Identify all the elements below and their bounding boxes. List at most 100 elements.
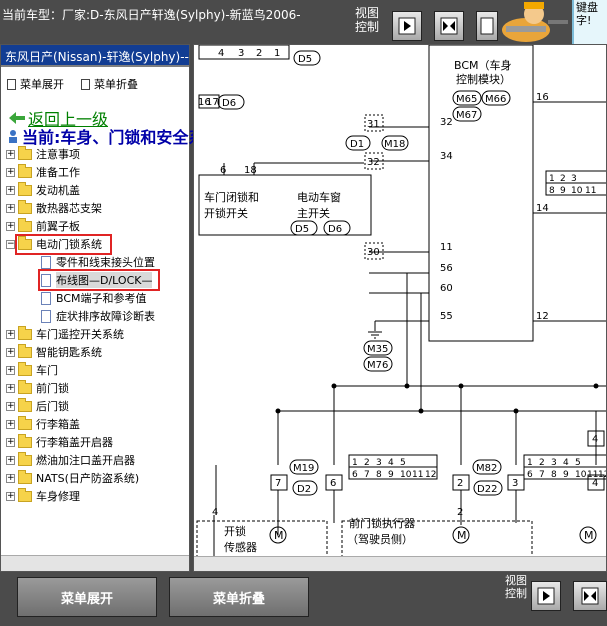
mascot-logo [498, 0, 572, 44]
connector-pin: 30 [367, 247, 380, 258]
folder-icon [18, 361, 32, 376]
connector-pin: 2 [457, 478, 463, 489]
tree-item-folder[interactable]: + 行李箱盖 [6, 415, 80, 433]
window-switch-label: 电动车窗 [297, 190, 341, 204]
person-icon [9, 130, 17, 143]
svg-text:2: 2 [539, 458, 545, 468]
connector-m65-label: M65 [456, 94, 477, 105]
svg-text:8: 8 [376, 470, 382, 480]
connector-grid: 4 3 2 1 [198, 45, 290, 60]
expand-icon: + [6, 454, 15, 465]
folder-icon [18, 181, 32, 196]
svg-text:6: 6 [527, 470, 533, 480]
tree-item-folder[interactable]: + 车门遥控开关系统 [6, 325, 124, 343]
expand-icon: + [6, 382, 15, 393]
expand-menu-button[interactable]: 菜单展开 [17, 577, 157, 617]
document-icon [41, 309, 51, 323]
expand-menu-link[interactable]: 菜单展开 [7, 76, 64, 92]
arrow-right-icon [537, 587, 555, 605]
tree-item-doc[interactable]: 症状排序故障诊断表 [41, 307, 155, 325]
actuator-label: （驾驶员侧） [347, 532, 413, 546]
bcm-pin: 55 [440, 311, 453, 322]
svg-text:10: 10 [400, 470, 412, 480]
arrow-right-icon [398, 17, 416, 35]
document-icon [41, 291, 51, 305]
tree-item-folder[interactable]: + 燃油加注口盖开启器 [6, 451, 135, 469]
back-arrow-icon [9, 112, 25, 124]
diagram-scrollbar[interactable] [194, 556, 606, 571]
collapse-menu-link[interactable]: 菜单折叠 [81, 76, 138, 92]
view-button-3[interactable] [476, 11, 498, 41]
bcm-pin: 12 [536, 311, 549, 322]
svg-text:2: 2 [364, 458, 370, 468]
bcm-pin: 16 [536, 92, 549, 103]
folder-icon [18, 343, 32, 358]
tree-item-folder[interactable]: + 前翼子板 [6, 217, 80, 235]
folder-icon [18, 217, 32, 232]
connector-m35-label: M35 [367, 344, 388, 355]
expand-icon: + [6, 148, 15, 159]
folder-icon [18, 325, 32, 340]
tree-item-folder[interactable]: + 散热器芯支架 [6, 199, 102, 217]
tree-item-folder[interactable]: + 准备工作 [6, 163, 80, 181]
unlock-sensor-label: 开锁 [224, 524, 246, 538]
unlock-sensor-label: 传感器 [224, 541, 257, 554]
tree-item-folder[interactable]: + 车门 [6, 361, 58, 379]
tree-item-folder[interactable]: + NATS(日产防盗系统) [6, 469, 139, 487]
svg-text:7: 7 [364, 470, 370, 480]
folder-icon [18, 433, 32, 448]
fit-view-button[interactable] [573, 581, 607, 611]
door-switch-box [198, 174, 372, 236]
folder-icon [18, 145, 32, 160]
tree-item-folder[interactable]: + 智能钥匙系统 [6, 343, 102, 361]
grid-cell: 3 [238, 48, 244, 59]
connector-pin: 4 [212, 507, 218, 518]
tree-item-doc[interactable]: BCM端子和参考值 [41, 289, 147, 307]
connector-d5-label: D5 [295, 224, 309, 235]
collapse-arrows-icon [440, 17, 458, 35]
bottom-bar: 菜单展开 菜单折叠 视图 控制 [0, 572, 607, 626]
connector-d6-label: D6 [328, 224, 342, 235]
view-icon [480, 17, 494, 35]
expand-icon: + [6, 472, 15, 483]
connector-m66-label: M66 [485, 94, 506, 105]
bcm-pin: 56 [440, 263, 453, 274]
svg-text:4: 4 [388, 458, 394, 468]
connector-pin: 31 [367, 119, 380, 130]
connector-m82-label: M82 [476, 463, 497, 474]
svg-text:9: 9 [563, 470, 569, 480]
bcm-pin: 60 [440, 283, 453, 294]
expand-icon: + [6, 490, 15, 501]
left-panel: 东风日产(Nissan)-轩逸(Sylphy)--2 菜单展开 菜单折叠 返回上… [0, 44, 248, 572]
expand-icon: + [6, 202, 15, 213]
connector-m76-label: M76 [367, 360, 388, 371]
expand-icon: + [6, 166, 15, 177]
tree-item-folder[interactable]: + 车身修理 [6, 487, 80, 505]
connector-d6-label: D6 [222, 98, 236, 109]
left-panel-scrollbar[interactable] [1, 555, 189, 571]
svg-text:11: 11 [585, 186, 596, 196]
tree-item-folder[interactable]: + 前门锁 [6, 379, 69, 397]
svg-text:1: 1 [527, 458, 533, 468]
collapse-icon: − [6, 238, 15, 249]
tree-item-folder[interactable]: + 发动机盖 [6, 181, 80, 199]
expand-icon: + [6, 328, 15, 339]
switch-pin: 6 [220, 165, 226, 176]
folder-icon [18, 379, 32, 394]
bcm-title: BCM（车身 [454, 58, 512, 72]
fit-view-button[interactable] [434, 11, 464, 41]
connector-d22-label: D22 [477, 484, 497, 495]
collapse-menu-button[interactable]: 菜单折叠 [169, 577, 309, 617]
highlight-box [15, 234, 112, 255]
grid-cell: 17 [206, 97, 219, 108]
connector-pin: 2 [457, 507, 463, 518]
bcm-pin: 11 [440, 242, 453, 253]
svg-text:3: 3 [551, 458, 557, 468]
view-control-label: 视图 控制 [355, 6, 380, 34]
tree-item-folder[interactable]: + 注意事项 [6, 145, 80, 163]
wiring-diagram-view: 4 3 2 1 D5 16 17 D6 BCM（车身 控制模块） M65 M66… [193, 44, 607, 572]
tree-item-folder[interactable]: + 后门锁 [6, 397, 69, 415]
next-view-button[interactable] [531, 581, 561, 611]
next-view-button[interactable] [392, 11, 422, 41]
tree-item-folder[interactable]: + 行李箱盖开启器 [6, 433, 113, 451]
